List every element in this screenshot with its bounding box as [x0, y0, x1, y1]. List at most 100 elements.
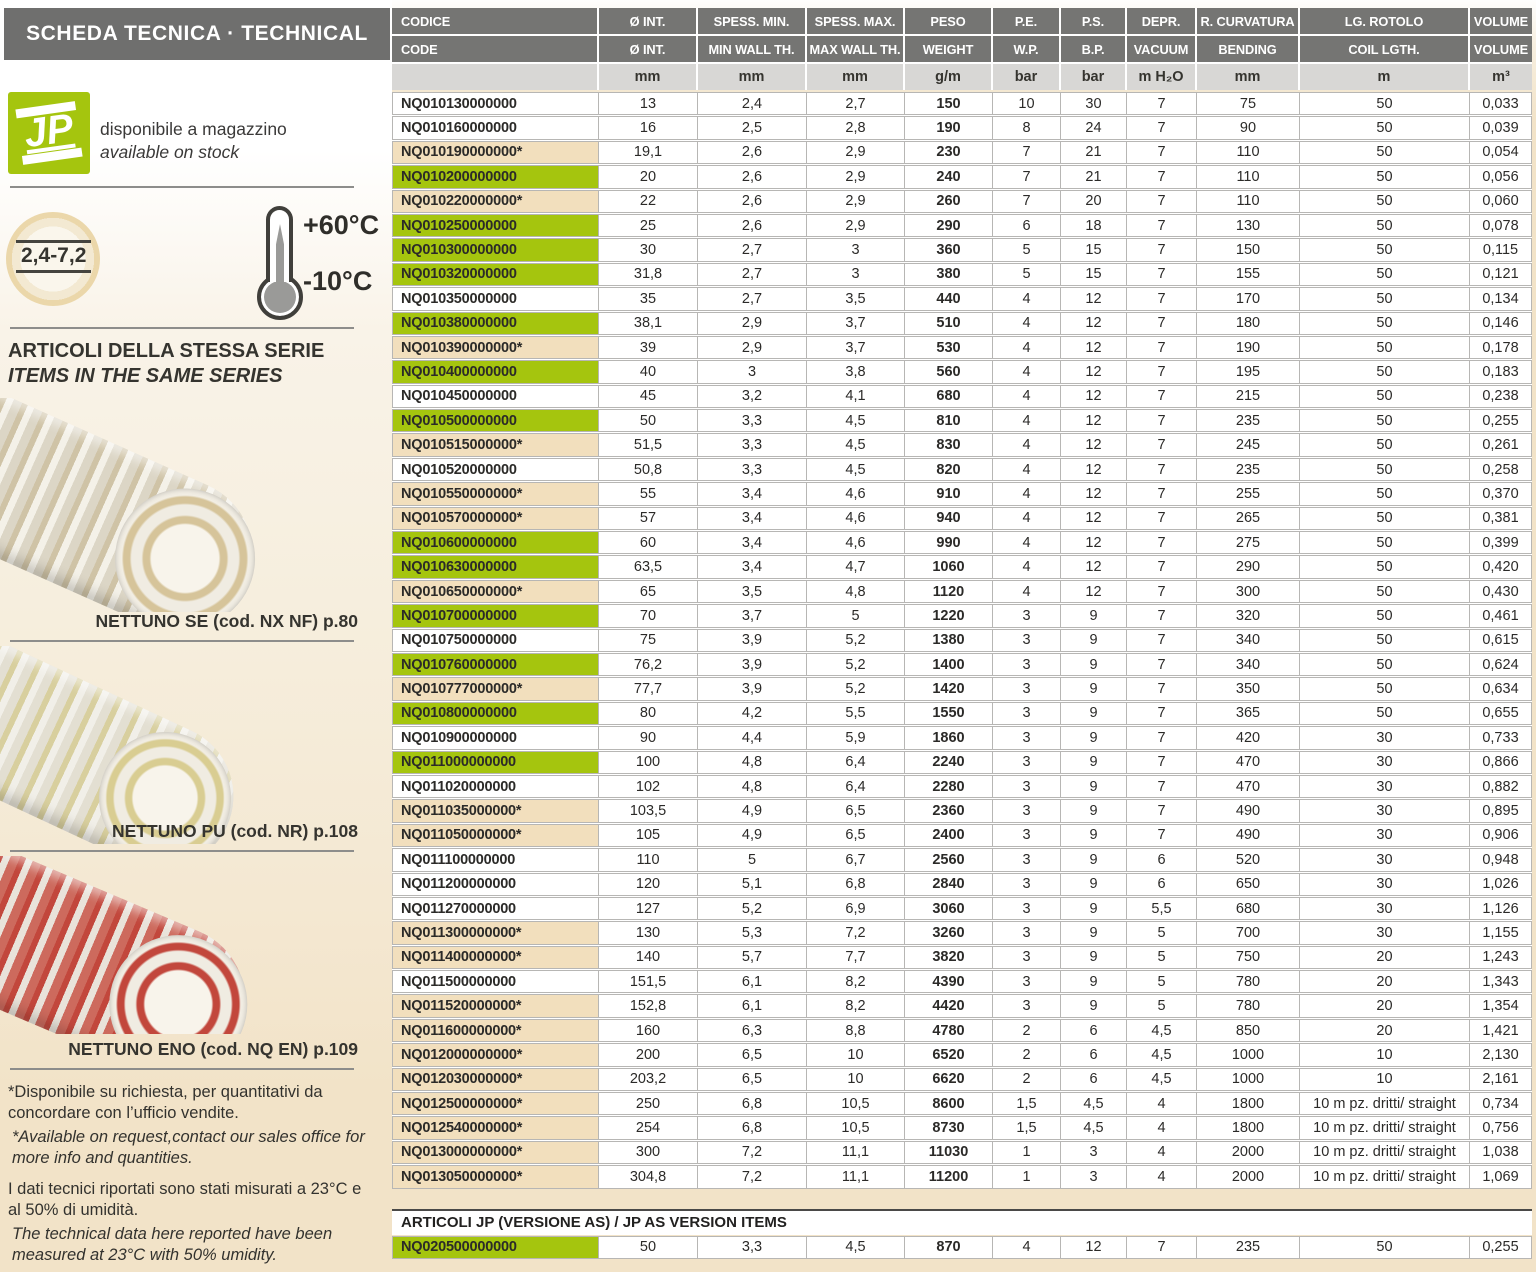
cell-weight: 680: [904, 385, 993, 408]
cell-volume: 0,255: [1469, 409, 1532, 432]
cell-max-wall-thickness: 4,7: [806, 555, 905, 578]
cell-min-wall-thickness: 4,9: [697, 824, 807, 847]
cell-max-wall-thickness: 2,8: [806, 116, 905, 139]
cell-volume: 0,615: [1469, 629, 1532, 652]
cell-working-pressure: 5: [992, 263, 1061, 286]
cell-inner-diameter: 254: [598, 1116, 698, 1139]
cell-volume: 0,895: [1469, 799, 1532, 822]
cell-min-wall-thickness: 2,6: [697, 214, 807, 237]
cell-inner-diameter: 102: [598, 775, 698, 798]
cell-max-wall-thickness: 4,5: [806, 409, 905, 432]
cell-weight: 150: [904, 92, 993, 115]
cell-inner-diameter: 105: [598, 824, 698, 847]
header-cell: WEIGHT: [905, 36, 993, 62]
cell-volume: 0,056: [1469, 165, 1532, 188]
cell-bending-radius: 265: [1196, 507, 1300, 530]
cell-coil-length: 50: [1299, 507, 1470, 530]
table-row: NQ010250000000 25 2,6 2,9 290 6 18 7 130…: [392, 214, 1532, 237]
cell-code: NQ010220000000*: [392, 190, 599, 213]
header-cell: VACUUM: [1127, 36, 1197, 62]
cell-working-pressure: 4: [992, 507, 1061, 530]
cell-working-pressure: 10: [992, 92, 1061, 115]
cell-weight: 4780: [904, 1019, 993, 1042]
cell-inner-diameter: 50,8: [598, 458, 698, 481]
cell-weight: 260: [904, 190, 993, 213]
cell-working-pressure: 3: [992, 848, 1061, 871]
cell-working-pressure: 7: [992, 141, 1061, 164]
cell-weight: 1550: [904, 702, 993, 725]
cell-bending-radius: 235: [1196, 458, 1300, 481]
table-row: NQ010800000000 80 4,2 5,5 1550 3 9 7 365…: [392, 702, 1532, 725]
cell-inner-diameter: 203,2: [598, 1068, 698, 1091]
table-row: NQ011035000000* 103,5 4,9 6,5 2360 3 9 7…: [392, 799, 1532, 822]
cell-coil-length: 50: [1299, 116, 1470, 139]
cell-vacuum: 4: [1126, 1141, 1197, 1164]
cell-vacuum: 7: [1126, 482, 1197, 505]
cell-weight: 870: [904, 1236, 993, 1259]
cell-volume: 0,461: [1469, 604, 1532, 627]
table-row: NQ011000000000 100 4,8 6,4 2240 3 9 7 47…: [392, 751, 1532, 774]
cell-bending-radius: 75: [1196, 92, 1300, 115]
cell-bending-radius: 300: [1196, 580, 1300, 603]
cell-coil-length: 50: [1299, 336, 1470, 359]
cell-coil-length: 50: [1299, 458, 1470, 481]
cell-bending-radius: 365: [1196, 702, 1300, 725]
cell-inner-diameter: 103,5: [598, 799, 698, 822]
cell-coil-length: 30: [1299, 824, 1470, 847]
cell-max-wall-thickness: 8,8: [806, 1019, 905, 1042]
cell-working-pressure: 4: [992, 312, 1061, 335]
cell-inner-diameter: 40: [598, 360, 698, 383]
cell-weight: 4420: [904, 994, 993, 1017]
cell-coil-length: 50: [1299, 629, 1470, 652]
cell-vacuum: 4: [1126, 1092, 1197, 1115]
cell-max-wall-thickness: 4,5: [806, 433, 905, 456]
cell-code: NQ011035000000*: [392, 799, 599, 822]
cell-volume: 2,161: [1469, 1068, 1532, 1091]
cell-vacuum: 7: [1126, 580, 1197, 603]
cell-max-wall-thickness: 10: [806, 1068, 905, 1091]
cell-code: NQ011100000000: [392, 848, 599, 871]
cell-code: NQ010450000000: [392, 385, 599, 408]
cell-weight: 6620: [904, 1068, 993, 1091]
cell-bending-radius: 490: [1196, 824, 1300, 847]
cell-vacuum: 7: [1126, 92, 1197, 115]
cell-volume: 1,069: [1469, 1165, 1532, 1188]
cell-burst-pressure: 9: [1060, 775, 1127, 798]
cell-inner-diameter: 70: [598, 604, 698, 627]
cell-min-wall-thickness: 2,6: [697, 165, 807, 188]
cell-min-wall-thickness: 2,4: [697, 92, 807, 115]
cell-coil-length: 10: [1299, 1043, 1470, 1066]
cell-code: NQ012000000000*: [392, 1043, 599, 1066]
cell-working-pressure: 3: [992, 921, 1061, 944]
table-row: NQ010130000000 13 2,4 2,7 150 10 30 7 75…: [392, 92, 1532, 115]
cell-bending-radius: 215: [1196, 385, 1300, 408]
cell-vacuum: 7: [1126, 116, 1197, 139]
cell-inner-diameter: 20: [598, 165, 698, 188]
cell-bending-radius: 1000: [1196, 1043, 1300, 1066]
technical-table-area: CODICE Ø INT. SPESS. MIN. SPESS. MAX. PE…: [392, 0, 1536, 1272]
cell-burst-pressure: 12: [1060, 507, 1127, 530]
cell-vacuum: 7: [1126, 1236, 1197, 1259]
cell-vacuum: 7: [1126, 287, 1197, 310]
cell-volume: 0,054: [1469, 141, 1532, 164]
cell-inner-diameter: 304,8: [598, 1165, 698, 1188]
header-cell: MAX WALL TH.: [807, 36, 905, 62]
table-row: NQ010320000000 31,8 2,7 3 380 5 15 7 155…: [392, 263, 1532, 286]
cell-weight: 11200: [904, 1165, 993, 1188]
cell-vacuum: 7: [1126, 726, 1197, 749]
stock-availability: disponibile a magazzino available on sto…: [100, 118, 287, 164]
cell-max-wall-thickness: 10,5: [806, 1116, 905, 1139]
cell-burst-pressure: 9: [1060, 873, 1127, 896]
cell-code: NQ010760000000: [392, 653, 599, 676]
as-version-title: ARTICOLI JP (VERSIONE AS) / JP AS VERSIO…: [392, 1209, 1532, 1235]
cell-burst-pressure: 15: [1060, 263, 1127, 286]
hose-image-nettuno-se: [0, 398, 382, 612]
cell-max-wall-thickness: 2,9: [806, 190, 905, 213]
cell-code: NQ011200000000: [392, 873, 599, 896]
cell-burst-pressure: 9: [1060, 726, 1127, 749]
cell-weight: 1420: [904, 677, 993, 700]
cell-vacuum: 5,5: [1126, 897, 1197, 920]
divider: [10, 640, 354, 642]
cell-vacuum: 4,5: [1126, 1043, 1197, 1066]
cell-coil-length: 50: [1299, 433, 1470, 456]
